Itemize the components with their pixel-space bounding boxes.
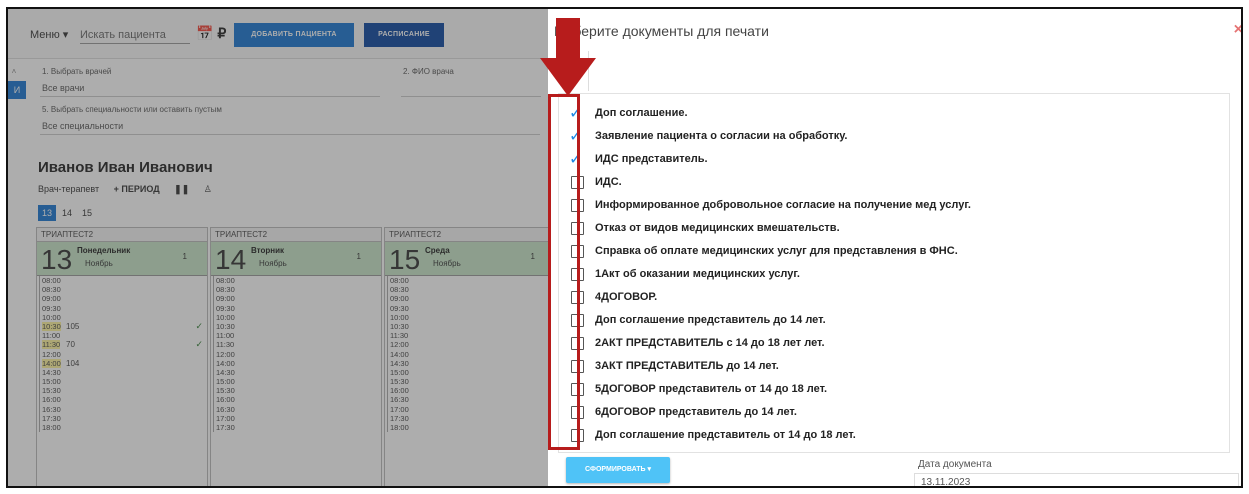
document-item[interactable]: 1Акт об оказании медицинских услуг.: [559, 263, 1229, 286]
down-arrow-icon: [540, 18, 596, 96]
document-label: 4ДОГОВОР.: [595, 291, 658, 303]
document-item[interactable]: Доп соглашение представитель до 14 лет.: [559, 309, 1229, 332]
documents-list: ✓ Доп соглашение. ✓ Заявление пациента о со…: [558, 93, 1230, 453]
document-item[interactable]: 6ДОГОВОР представитель до 14 лет.: [559, 401, 1229, 424]
document-item[interactable]: Информированное добровольное согласие на…: [559, 194, 1229, 217]
document-item[interactable]: 4ДОГОВОР.: [559, 286, 1229, 309]
generate-button[interactable]: СФОРМИРОВАТЬ ▾: [566, 457, 670, 483]
screenshot-frame: Меню ▾ Искать пациента 📅 ₽ ДОБАВИТЬ ПАЦИ…: [6, 7, 1243, 488]
document-label: ИДС представитель.: [595, 153, 708, 165]
document-label: 2АКТ ПРЕДСТАВИТЕЛЬ с 14 до 18 лет лет.: [595, 337, 825, 349]
document-label: Отказ от видов медицинских вмешательств.: [595, 222, 840, 234]
highlight-box: [548, 94, 580, 450]
document-item[interactable]: 2АКТ ПРЕДСТАВИТЕЛЬ с 14 до 18 лет лет.: [559, 332, 1229, 355]
document-item[interactable]: 3АКТ ПРЕДСТАВИТЕЛЬ до 14 лет.: [559, 355, 1229, 378]
print-documents-dialog: Выберите документы для печати × ✓ Доп сог…: [548, 9, 1241, 486]
document-label: 6ДОГОВОР представитель до 14 лет.: [595, 406, 797, 418]
document-date-label: Дата документа: [918, 459, 992, 470]
document-item[interactable]: Доп соглашение представитель от 14 до 18…: [559, 424, 1229, 447]
document-label: Доп соглашение.: [595, 107, 688, 119]
document-label: Доп соглашение представитель от 14 до 18…: [595, 429, 856, 441]
document-date-input[interactable]: 13.11.2023: [914, 473, 1239, 486]
document-label: 5ДОГОВОР представитель от 14 до 18 лет.: [595, 383, 828, 395]
close-icon[interactable]: ×: [1234, 21, 1241, 39]
document-item[interactable]: Справка об оплате медицинских услуг для …: [559, 240, 1229, 263]
document-label: 3АКТ ПРЕДСТАВИТЕЛЬ до 14 лет.: [595, 360, 779, 372]
document-label: Информированное добровольное согласие на…: [595, 199, 971, 211]
document-item[interactable]: ✓ Заявление пациента о согласии на обрабо…: [559, 125, 1229, 148]
document-item[interactable]: ✓ ИДС представитель.: [559, 148, 1229, 171]
document-item[interactable]: Отказ от видов медицинских вмешательств.: [559, 217, 1229, 240]
document-item[interactable]: ИДС.: [559, 171, 1229, 194]
document-label: Заявление пациента о согласии на обработ…: [595, 130, 848, 142]
document-label: ИДС.: [595, 176, 622, 188]
document-item[interactable]: 5ДОГОВОР представитель от 14 до 18 лет.: [559, 378, 1229, 401]
document-label: Справка об оплате медицинских услуг для …: [595, 245, 958, 257]
document-label: Доп соглашение представитель до 14 лет.: [595, 314, 826, 326]
document-item[interactable]: ✓ Доп соглашение.: [559, 102, 1229, 125]
document-label: 1Акт об оказании медицинских услуг.: [595, 268, 800, 280]
modal-backdrop[interactable]: [8, 9, 548, 486]
